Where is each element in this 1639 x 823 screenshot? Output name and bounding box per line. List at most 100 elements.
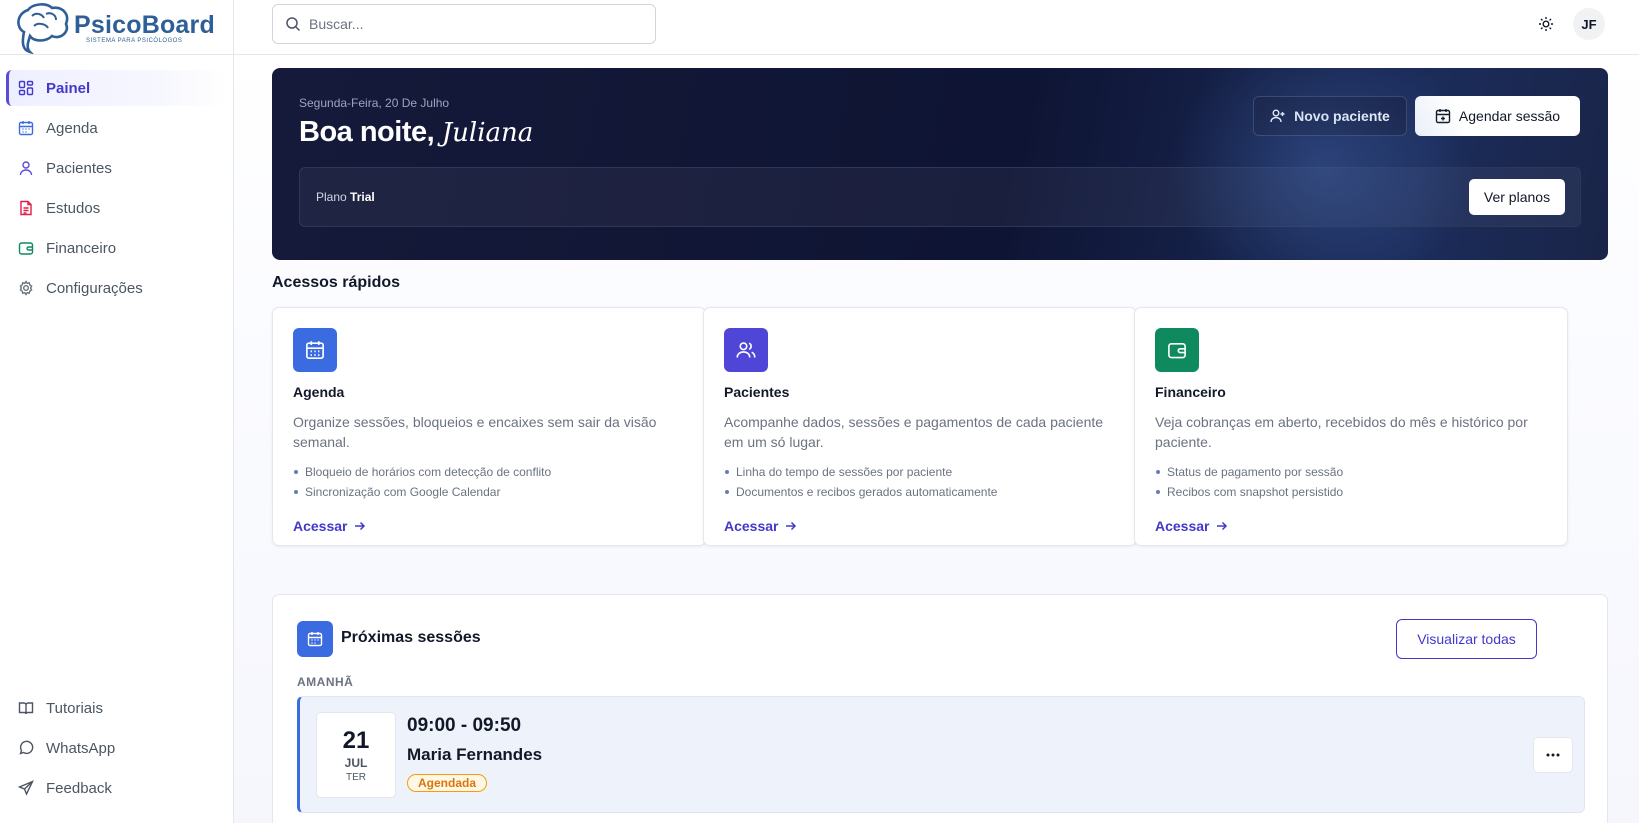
card-description: Veja cobranças em aberto, recebidos do m…	[1155, 414, 1528, 450]
search-input[interactable]	[309, 16, 639, 32]
plan-info-box: Plano Trial Ver planos	[299, 167, 1581, 227]
arrow-right-icon	[785, 520, 797, 532]
card-title: Agenda	[293, 384, 345, 400]
document-icon	[18, 200, 34, 216]
sidebar-item-financeiro[interactable]: Financeiro	[6, 230, 226, 266]
greeting-heading: Boa noite, Juliana	[299, 116, 533, 149]
sidebar-item-label: Configurações	[46, 279, 143, 297]
sidebar-bottom-nav: Tutoriais WhatsApp Feedback	[6, 690, 226, 810]
sidebar-divider	[0, 54, 234, 55]
arrow-right-icon	[354, 520, 366, 532]
list-item: Sincronização com Google Calendar	[293, 482, 551, 502]
sidebar-item-agenda[interactable]: Agenda	[6, 110, 226, 146]
session-patient-name: Maria Fernandes	[407, 745, 543, 764]
card-feature-list: Bloqueio de horários com detecção de con…	[293, 462, 551, 502]
card-title: Financeiro	[1155, 384, 1226, 400]
status-badge: Agendada	[407, 774, 488, 792]
quick-card-agenda: Agenda Organize sessões, bloqueios e enc…	[272, 307, 706, 546]
brand-name: PsicoBoard	[74, 10, 215, 39]
list-item: Bloqueio de horários com detecção de con…	[293, 462, 551, 482]
user-icon	[18, 160, 34, 176]
sidebar-item-label: Feedback	[46, 779, 112, 797]
sidebar-item-configuracoes[interactable]: Configurações	[6, 270, 226, 306]
quick-access-title: Acessos rápidos	[272, 274, 401, 291]
gear-icon	[18, 280, 34, 296]
session-date-box: 21 JUL TER	[316, 712, 396, 798]
sidebar-item-label: Estudos	[46, 199, 101, 217]
list-item: Status de pagamento por sessão	[1155, 462, 1343, 482]
new-patient-button[interactable]: Novo paciente	[1253, 96, 1407, 136]
session-group-label: AMANHÃ	[297, 675, 354, 689]
sidebar-item-painel[interactable]: Painel	[6, 70, 226, 106]
current-date: Segunda-Feira, 20 De Julho	[299, 96, 450, 110]
list-item: Documentos e recibos gerados automaticam…	[724, 482, 997, 502]
more-horizontal-icon	[1546, 753, 1560, 757]
upcoming-sessions-title: Próximas sessões	[341, 629, 481, 646]
session-more-options-button[interactable]	[1533, 737, 1573, 773]
sidebar-item-label: WhatsApp	[46, 739, 116, 757]
card-description: Organize sessões, bloqueios e encaixes s…	[293, 414, 657, 450]
list-item: Linha do tempo de sessões por paciente	[724, 462, 997, 482]
access-agenda-link[interactable]: Acessar	[293, 518, 366, 534]
access-financeiro-link[interactable]: Acessar	[1155, 518, 1228, 534]
card-feature-list: Linha do tempo de sessões por paciente D…	[724, 462, 997, 502]
card-title: Pacientes	[724, 384, 790, 400]
user-plus-icon	[1270, 108, 1286, 124]
plan-label: Plano Trial	[316, 190, 375, 204]
session-month: JUL	[344, 755, 368, 770]
book-icon	[18, 700, 34, 716]
session-day: 21	[342, 726, 370, 754]
search-box[interactable]	[272, 4, 656, 44]
schedule-session-button[interactable]: Agendar sessão	[1415, 96, 1580, 136]
sidebar-item-feedback[interactable]: Feedback	[6, 770, 226, 806]
list-item: Recibos com snapshot persistido	[1155, 482, 1343, 502]
sidebar-item-label: Financeiro	[46, 239, 117, 257]
sidebar-nav: Painel Agenda Pacientes Estudos Financei…	[6, 70, 226, 310]
calendar-icon	[18, 120, 34, 136]
schedule-session-label: Agendar sessão	[1458, 108, 1561, 124]
calendar-plus-icon	[1435, 108, 1451, 124]
card-description: Acompanhe dados, sessões e pagamentos de…	[724, 414, 1104, 450]
session-row[interactable]: 21 JUL TER 09:00 - 09:50 Maria Fernandes…	[297, 696, 1585, 813]
view-all-sessions-button[interactable]: Visualizar todas	[1396, 619, 1537, 659]
access-link-label: Acessar	[724, 518, 779, 534]
avatar[interactable]: JF	[1573, 8, 1605, 40]
arrow-right-icon	[1216, 520, 1228, 532]
sidebar-item-estudos[interactable]: Estudos	[6, 190, 226, 226]
plan-name: Trial	[350, 190, 375, 204]
greeting-text: Boa noite,	[299, 116, 435, 148]
calendar-icon	[297, 621, 333, 657]
brain-logo-icon	[17, 2, 69, 54]
sun-icon	[1538, 16, 1554, 32]
search-icon	[285, 16, 301, 32]
session-time: 09:00 - 09:50	[407, 715, 522, 736]
sidebar-item-whatsapp[interactable]: WhatsApp	[6, 730, 226, 766]
card-feature-list: Status de pagamento por sessão Recibos c…	[1155, 462, 1343, 502]
sidebar-item-tutoriais[interactable]: Tutoriais	[6, 690, 226, 726]
topbar: JF	[234, 0, 1639, 55]
wallet-icon	[18, 240, 34, 256]
theme-toggle-button[interactable]	[1534, 12, 1558, 36]
new-patient-label: Novo paciente	[1294, 108, 1390, 124]
access-link-label: Acessar	[293, 518, 348, 534]
dashboard-icon	[18, 80, 34, 96]
user-name: Juliana	[441, 118, 534, 148]
wallet-icon	[1155, 328, 1199, 372]
sidebar: PsicoBoard SISTEMA PARA PSICÓLOGOS Paine…	[0, 0, 234, 823]
send-icon	[18, 780, 34, 796]
view-plans-button[interactable]: Ver planos	[1469, 179, 1565, 215]
quick-card-pacientes: Pacientes Acompanhe dados, sessões e pag…	[703, 307, 1137, 546]
session-weekday: TER	[346, 771, 366, 783]
brand-subtitle: SISTEMA PARA PSICÓLOGOS	[86, 37, 183, 44]
welcome-banner: Segunda-Feira, 20 De Julho Boa noite, Ju…	[272, 68, 1608, 260]
sidebar-item-label: Agenda	[46, 119, 98, 137]
access-pacientes-link[interactable]: Acessar	[724, 518, 797, 534]
calendar-icon	[293, 328, 337, 372]
sidebar-item-pacientes[interactable]: Pacientes	[6, 150, 226, 186]
plan-prefix: Plano	[316, 190, 347, 204]
access-link-label: Acessar	[1155, 518, 1210, 534]
quick-card-financeiro: Financeiro Veja cobranças em aberto, rec…	[1134, 307, 1568, 546]
chat-icon	[18, 740, 34, 756]
brand-logo[interactable]: PsicoBoard SISTEMA PARA PSICÓLOGOS	[14, 0, 215, 55]
users-icon	[724, 328, 768, 372]
